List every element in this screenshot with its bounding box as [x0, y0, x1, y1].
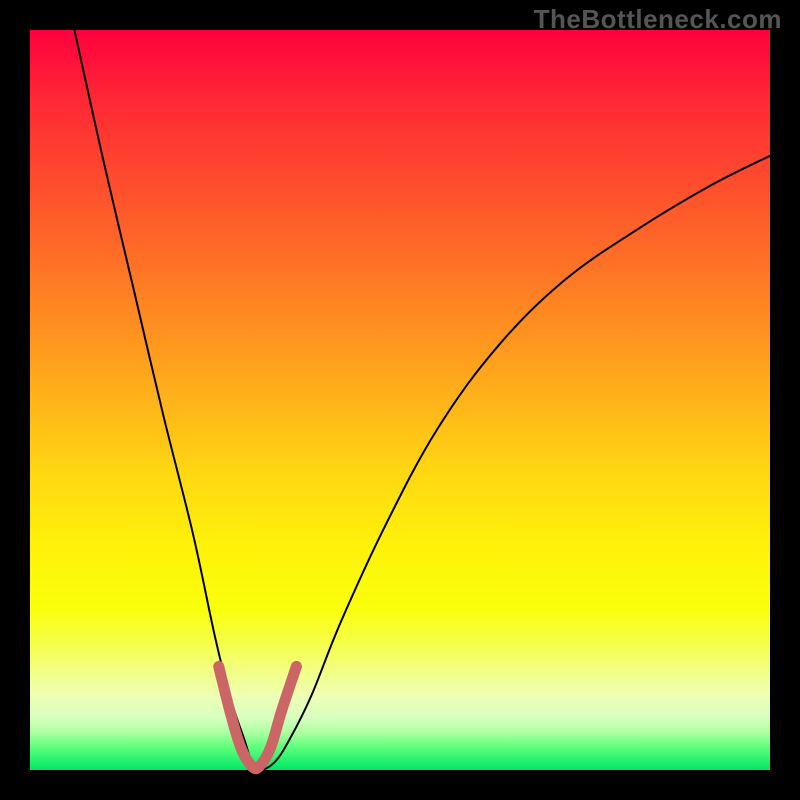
curve-svg: [30, 30, 770, 770]
bottleneck-curve: [74, 30, 770, 770]
chart-frame: TheBottleneck.com: [0, 0, 800, 800]
bottom-highlight: [219, 666, 297, 768]
plot-area: [30, 30, 770, 770]
